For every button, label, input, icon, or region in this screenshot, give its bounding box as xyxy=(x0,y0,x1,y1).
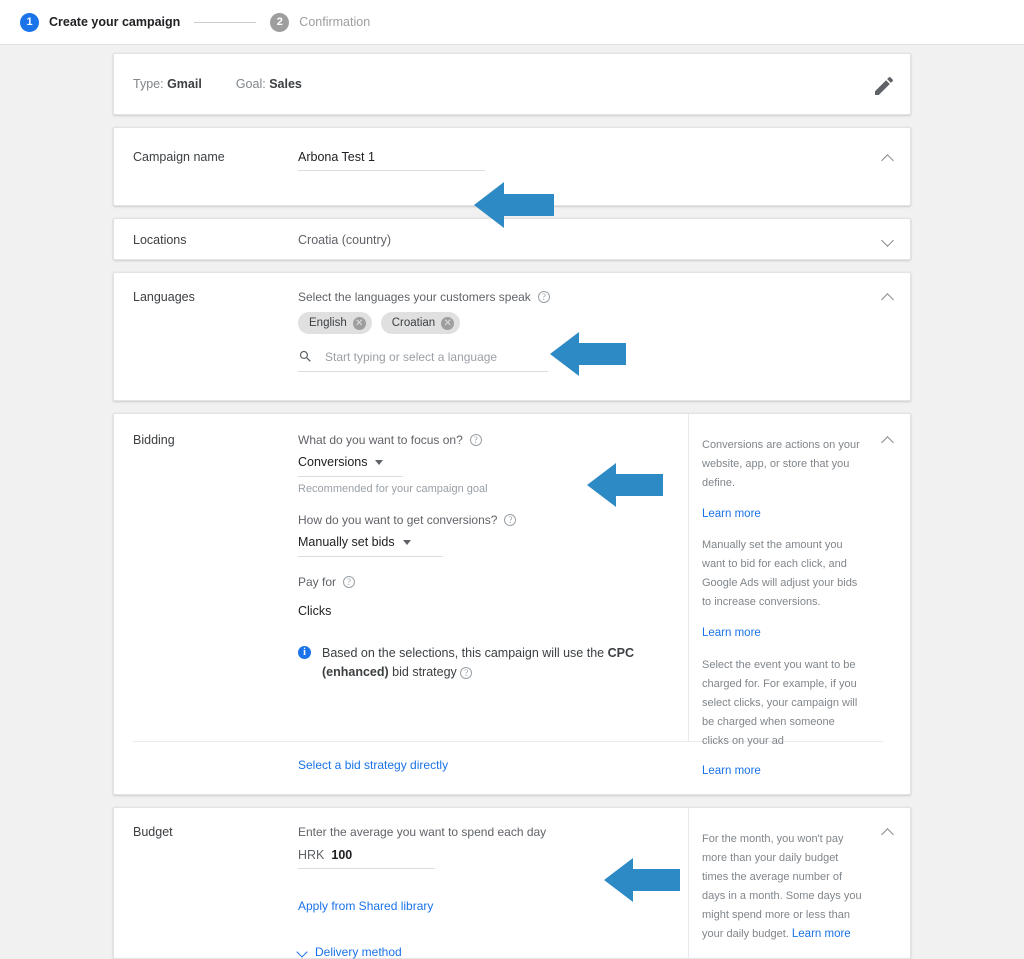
chip-label: English xyxy=(309,317,347,329)
bid-strategy-info: i Based on the selections, this campaign… xyxy=(298,644,666,683)
chevron-up-icon xyxy=(882,436,893,447)
chevron-up-icon xyxy=(882,293,893,304)
campaign-name-collapse-toggle[interactable] xyxy=(874,146,900,172)
bidding-help-link-1[interactable]: Learn more xyxy=(702,508,761,520)
bidding-focus-dropdown[interactable]: Conversions xyxy=(298,455,403,477)
bidding-card: Bidding What do you want to focus on? ? … xyxy=(113,413,911,795)
campaign-name-card: Campaign name Arbona Test 1 xyxy=(113,127,911,206)
languages-prompt: Select the languages your customers spea… xyxy=(298,290,910,304)
budget-links: Apply from Shared library xyxy=(298,897,664,915)
budget-amount-value: 100 xyxy=(331,848,353,862)
bidding-conversions-dropdown[interactable]: Manually set bids xyxy=(298,535,443,557)
step-confirmation: 2 Confirmation xyxy=(270,12,371,32)
locations-expand-toggle[interactable] xyxy=(874,228,900,254)
chevron-down-icon xyxy=(402,539,411,545)
delivery-method-toggle[interactable]: Delivery method xyxy=(298,945,664,959)
bidding-help-p1: Conversions are actions on your website,… xyxy=(702,439,860,489)
pencil-icon[interactable] xyxy=(872,74,896,98)
chevron-down-icon xyxy=(375,459,384,465)
chevron-up-icon xyxy=(882,828,893,839)
help-icon[interactable]: ? xyxy=(460,667,473,680)
apply-shared-library-link[interactable]: Apply from Shared library xyxy=(298,899,433,913)
locations-card[interactable]: Locations Croatia (country) xyxy=(113,218,911,260)
budget-card: Budget Enter the average you want to spe… xyxy=(113,807,911,959)
languages-label: Languages xyxy=(133,290,195,304)
language-chip-english[interactable]: English ✕ xyxy=(298,312,372,334)
search-icon xyxy=(299,350,311,362)
chevron-down-icon xyxy=(882,236,893,247)
bidding-help-link-2[interactable]: Learn more xyxy=(702,627,761,639)
delivery-method-label[interactable]: Delivery method xyxy=(315,945,402,959)
budget-help-link-1[interactable]: Learn more xyxy=(792,928,851,940)
stepper-header: 1 Create your campaign 2 Confirmation xyxy=(0,0,1024,45)
help-icon[interactable]: ? xyxy=(504,514,517,526)
languages-card: Languages Select the languages your cust… xyxy=(113,272,911,401)
close-icon[interactable]: ✕ xyxy=(441,316,455,330)
bidding-conversions-question: How do you want to get conversions? ? xyxy=(298,513,664,527)
close-icon[interactable]: ✕ xyxy=(352,316,366,330)
bidding-collapse-toggle[interactable] xyxy=(874,428,900,454)
language-chip-list: English ✕ Croatian ✕ xyxy=(298,312,910,334)
help-icon[interactable]: ? xyxy=(537,291,550,303)
locations-value: Croatia (country) xyxy=(298,233,392,247)
type-goal-summary: Type: Gmail Goal: Sales xyxy=(114,54,910,114)
step-2-label: Confirmation xyxy=(299,15,371,29)
info-icon: i xyxy=(298,646,311,659)
bid-strategy-info-text: Based on the selections, this campaign w… xyxy=(322,646,634,680)
page-body: Type: Gmail Goal: Sales Campaign name Ar… xyxy=(0,45,1024,959)
budget-help-p1: For the month, you won't pay more than y… xyxy=(702,833,862,940)
step-1-number: 1 xyxy=(20,12,39,32)
budget-label: Budget xyxy=(133,825,173,839)
language-chip-croatian[interactable]: Croatian ✕ xyxy=(380,312,461,334)
bidding-help-link-3[interactable]: Learn more xyxy=(702,765,761,777)
bidding-focus-question: What do you want to focus on? ? xyxy=(298,433,664,447)
campaign-name-input[interactable]: Arbona Test 1 xyxy=(298,150,485,171)
bidding-label: Bidding xyxy=(133,433,175,447)
campaign-type-goal-card: Type: Gmail Goal: Sales xyxy=(113,53,911,115)
help-icon[interactable]: ? xyxy=(469,434,482,446)
step-create-campaign[interactable]: 1 Create your campaign xyxy=(20,12,181,32)
bidding-help-panel: Conversions are actions on your website,… xyxy=(688,414,910,777)
chevron-down-icon xyxy=(298,948,307,957)
language-search-input[interactable]: Start typing or select a language xyxy=(325,350,497,364)
step-2-number: 2 xyxy=(270,12,290,32)
budget-currency: HRK xyxy=(298,848,325,862)
budget-amount-input[interactable]: HRK 100 xyxy=(298,848,435,869)
bidding-conversions-value: Manually set bids xyxy=(298,535,395,549)
locations-label: Locations xyxy=(133,233,187,247)
chip-label: Croatian xyxy=(391,317,436,329)
chevron-up-icon xyxy=(882,154,893,165)
bidding-focus-note: Recommended for your campaign goal xyxy=(298,483,488,495)
languages-collapse-toggle[interactable] xyxy=(874,285,900,311)
campaign-name-label: Campaign name xyxy=(133,150,225,164)
pay-for-value: Clicks xyxy=(298,604,332,618)
stepper-connector xyxy=(194,21,257,23)
select-bid-strategy-link[interactable]: Select a bid strategy directly xyxy=(298,758,448,772)
help-icon[interactable]: ? xyxy=(343,576,356,588)
bidding-focus-value: Conversions xyxy=(298,455,368,469)
campaign-type: Type: Gmail xyxy=(133,77,202,91)
campaign-goal: Goal: Sales xyxy=(235,77,302,91)
step-1-label: Create your campaign xyxy=(49,15,181,29)
pay-for-label: Pay for ? xyxy=(298,575,664,589)
bidding-help-p2: Manually set the amount you want to bid … xyxy=(702,539,858,609)
language-search-row[interactable]: Start typing or select a language xyxy=(298,349,548,372)
budget-prompt: Enter the average you want to spend each… xyxy=(298,825,547,839)
budget-collapse-toggle[interactable] xyxy=(874,820,900,846)
bidding-help-p3: Select the event you want to be charged … xyxy=(702,658,858,747)
